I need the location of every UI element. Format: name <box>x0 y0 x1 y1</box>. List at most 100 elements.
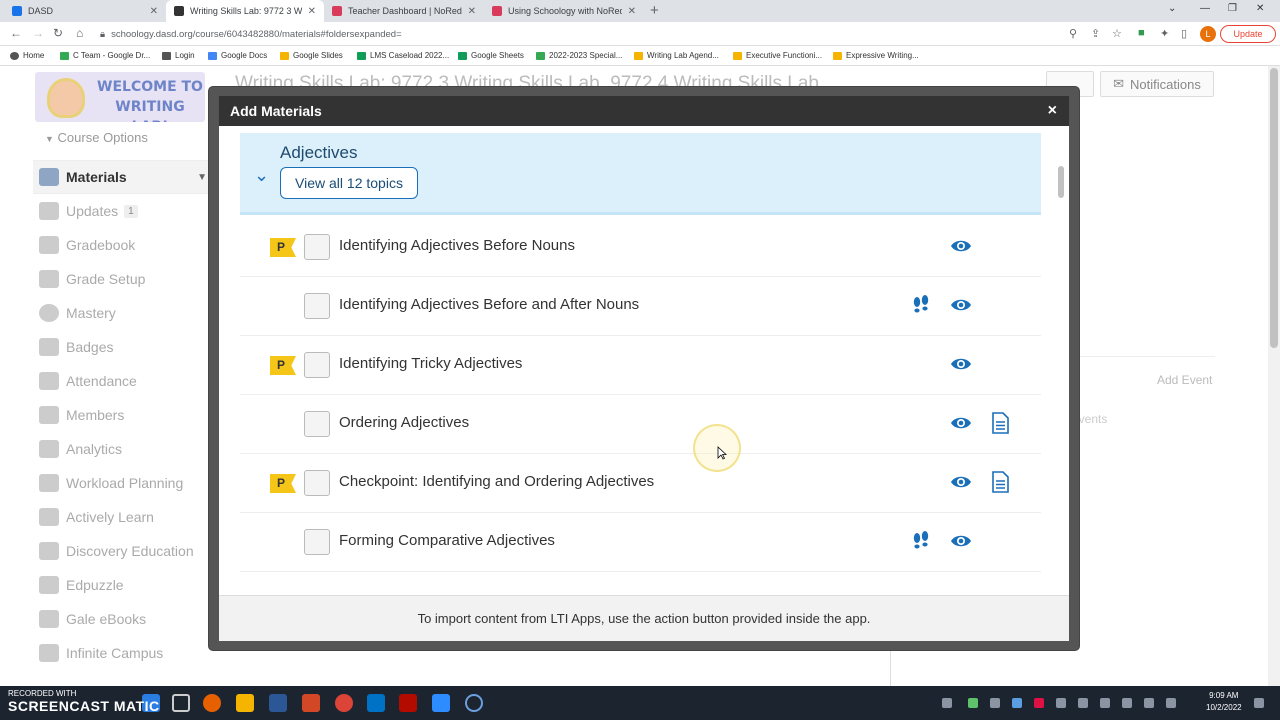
tray-icon[interactable] <box>1012 698 1022 708</box>
close-tab-icon[interactable]: ✕ <box>628 6 636 17</box>
close-tab-icon[interactable]: ✕ <box>308 6 316 17</box>
browser-tab-writing-skills-lab[interactable]: Writing Skills Lab: 9772 3 Writing Skill… <box>166 0 324 22</box>
page-scrollbar[interactable] <box>1268 66 1280 686</box>
browser-update-button[interactable]: Update <box>1220 25 1276 43</box>
tray-icon[interactable] <box>1078 698 1088 708</box>
new-tab-button[interactable]: + <box>650 2 659 19</box>
tray-icon[interactable] <box>990 698 1000 708</box>
bookmark-login[interactable]: Login <box>162 51 195 60</box>
sidebar-item-badges[interactable]: Badges <box>33 330 213 364</box>
sidebar-item-infinite-campus[interactable]: Infinite Campus <box>33 636 213 670</box>
sidebar-item-gradebook[interactable]: Gradebook <box>33 228 213 262</box>
close-tab-icon[interactable]: ✕ <box>150 6 158 17</box>
browser-tab-using-schoology[interactable]: Using Schoology with NoRedInk ✕ <box>484 0 644 22</box>
zoom-icon[interactable]: ⚲ <box>1069 27 1077 40</box>
bookmark-c-team[interactable]: C Team - Google Dr... <box>60 51 150 60</box>
lesson-checkbox[interactable] <box>304 234 330 260</box>
back-icon[interactable]: ← <box>10 26 22 40</box>
preview-eye-icon[interactable] <box>950 415 972 431</box>
scrollbar-thumb[interactable] <box>1058 166 1064 198</box>
sidebar-item-updates[interactable]: Updates 1 <box>33 194 213 228</box>
view-all-topics-button[interactable]: View all 12 topics <box>280 167 418 199</box>
notification-center-icon[interactable] <box>1254 698 1264 708</box>
lesson-checkbox[interactable] <box>304 293 330 319</box>
profile-avatar[interactable]: L <box>1200 26 1216 42</box>
bookmark-google-sheets[interactable]: Google Sheets <box>458 51 524 60</box>
sidebar-item-discovery-education[interactable]: Discovery Education <box>33 534 213 568</box>
sidebar-item-grade-setup[interactable]: Grade Setup <box>33 262 213 296</box>
document-icon[interactable] <box>991 412 1009 434</box>
close-icon[interactable]: × <box>1048 102 1057 120</box>
add-event-link[interactable]: Add Event <box>1157 373 1212 387</box>
lesson-row[interactable]: Identifying Adjectives Before and After … <box>240 277 1041 336</box>
document-icon[interactable] <box>991 471 1009 493</box>
security-shield-icon[interactable] <box>172 694 190 712</box>
tray-icon[interactable] <box>1100 698 1110 708</box>
preview-eye-icon[interactable] <box>950 474 972 490</box>
lesson-checkbox[interactable] <box>304 529 330 555</box>
extension-icon[interactable]: ■ <box>1138 27 1145 39</box>
notifications-button[interactable]: ✉ Notifications <box>1100 71 1214 97</box>
minimize-icon[interactable]: — <box>1200 3 1210 14</box>
sidebar-item-mastery[interactable]: Mastery <box>33 296 213 330</box>
wifi-icon[interactable] <box>1144 698 1154 708</box>
bookmark-home[interactable]: Home <box>10 51 44 60</box>
chevron-down-icon[interactable]: ⌄ <box>254 165 269 186</box>
scrollbar-thumb[interactable] <box>1270 68 1278 348</box>
lesson-row[interactable]: P Identifying Adjectives Before Nouns <box>240 218 1041 277</box>
browser-tab-teacher-dashboard[interactable]: Teacher Dashboard | NoRedInk ✕ <box>324 0 484 22</box>
lesson-checkbox[interactable] <box>304 352 330 378</box>
bookmark-google-docs[interactable]: Google Docs <box>208 51 267 60</box>
sidebar-item-workload-planning[interactable]: Workload Planning <box>33 466 213 500</box>
sidebar-item-attendance[interactable]: Attendance <box>33 364 213 398</box>
system-clock[interactable]: 9:09 AM 10/2/2022 <box>1206 690 1242 714</box>
tray-icon[interactable] <box>1034 698 1044 708</box>
share-icon[interactable]: ⇪ <box>1091 27 1100 40</box>
bookmark-executive-functioning[interactable]: Executive Functioni... <box>733 51 822 60</box>
close-tab-icon[interactable]: ✕ <box>468 6 476 17</box>
sidebar-item-materials[interactable]: Materials ▼ <box>33 160 213 194</box>
sidebar-item-edpuzzle[interactable]: Edpuzzle <box>33 568 213 602</box>
tray-icon[interactable] <box>968 698 978 708</box>
bookmark-writing-lab-agenda[interactable]: Writing Lab Agend... <box>634 51 719 60</box>
file-explorer-icon[interactable] <box>236 694 254 712</box>
lesson-row[interactable]: P Checkpoint: Identifying and Ordering Ad… <box>240 454 1041 513</box>
caret-down-icon[interactable]: ▼ <box>197 172 207 183</box>
sidebar-item-gale-ebooks[interactable]: Gale eBooks <box>33 602 213 636</box>
volume-icon[interactable] <box>1166 698 1176 708</box>
lesson-checkbox[interactable] <box>304 470 330 496</box>
chrome-icon[interactable] <box>335 694 353 712</box>
reload-icon[interactable]: ↻ <box>53 26 63 40</box>
sidebar-item-actively-learn[interactable]: Actively Learn <box>33 500 213 534</box>
modal-scrollbar[interactable] <box>1057 158 1065 588</box>
home-icon[interactable]: ⌂ <box>76 26 83 40</box>
lesson-row[interactable]: P Identifying Tricky Adjectives <box>240 336 1041 395</box>
tray-icon[interactable] <box>1056 698 1066 708</box>
course-options-toggle[interactable]: ▼ Course Options <box>45 130 148 145</box>
firefox-icon[interactable] <box>203 694 221 712</box>
tab-search-icon[interactable]: ⌄ <box>1168 3 1176 14</box>
powerpoint-icon[interactable] <box>302 694 320 712</box>
bookmark-expressive-writing[interactable]: Expressive Writing... <box>833 51 919 60</box>
side-panel-icon[interactable]: ▯ <box>1181 27 1187 40</box>
sidebar-item-analytics[interactable]: Analytics <box>33 432 213 466</box>
preview-eye-icon[interactable] <box>950 533 972 549</box>
sidebar-item-members[interactable]: Members <box>33 398 213 432</box>
bookmark-special[interactable]: 2022-2023 Special... <box>536 51 622 60</box>
preview-eye-icon[interactable] <box>950 238 972 254</box>
screencast-icon[interactable] <box>465 694 483 712</box>
zoom-app-icon[interactable] <box>432 694 450 712</box>
battery-icon[interactable] <box>1122 698 1132 708</box>
acrobat-icon[interactable] <box>399 694 417 712</box>
bookmark-star-icon[interactable]: ☆ <box>1112 27 1122 40</box>
url-field[interactable]: 🔒︎ schoology.dasd.org/course/6043482880/… <box>100 26 1060 42</box>
forward-icon[interactable]: → <box>32 26 44 40</box>
restore-icon[interactable]: ❐ <box>1228 3 1237 14</box>
tray-icon[interactable] <box>942 698 952 708</box>
browser-tab-dasd[interactable]: DASD ✕ <box>4 0 166 22</box>
outlook-icon[interactable] <box>367 694 385 712</box>
lesson-checkbox[interactable] <box>304 411 330 437</box>
lesson-row[interactable]: Forming Comparative Adjectives <box>240 513 1041 572</box>
word-icon[interactable] <box>269 694 287 712</box>
bookmark-google-slides[interactable]: Google Slides <box>280 51 343 60</box>
